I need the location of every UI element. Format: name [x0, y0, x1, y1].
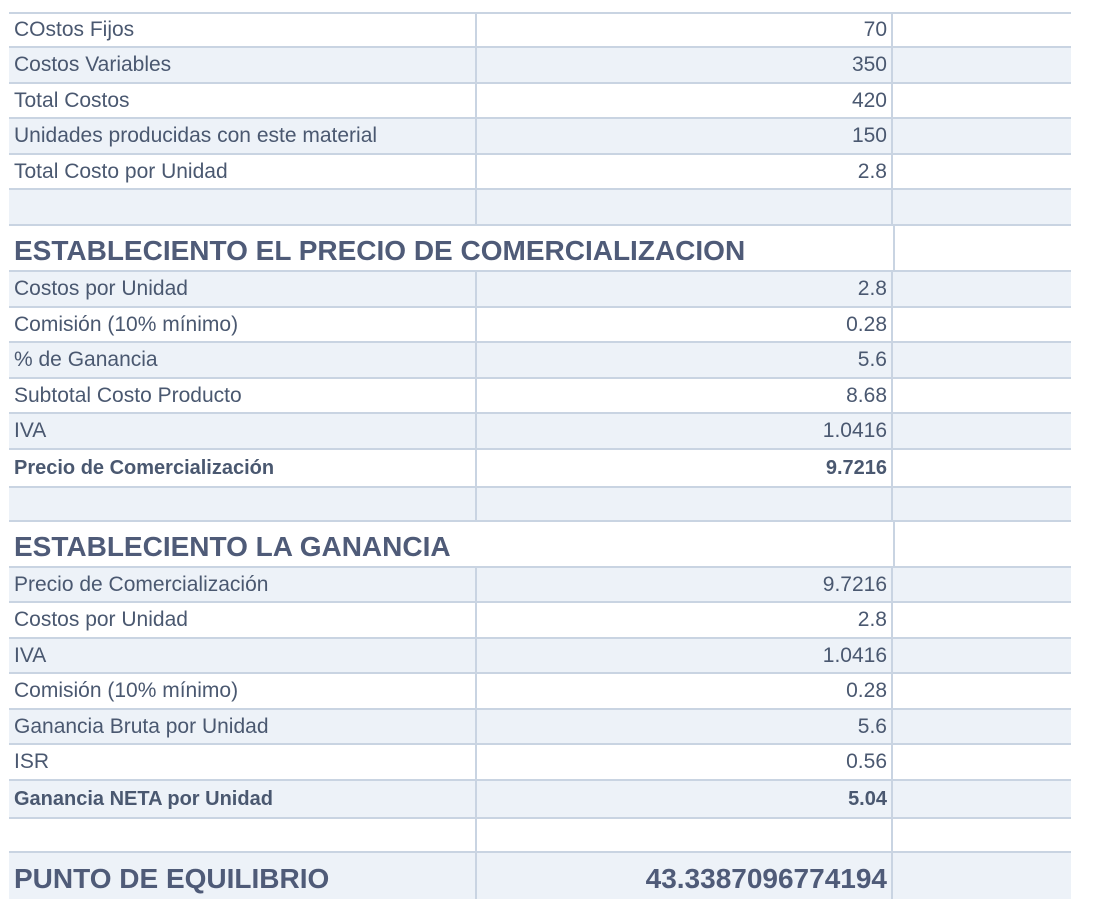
- row-label: Total Costos: [14, 88, 130, 112]
- table-row[interactable]: Ganancia Bruta por Unidad 5.6: [9, 710, 1071, 745]
- empty-cell: [893, 84, 1071, 117]
- row-value: 5.6: [475, 343, 893, 377]
- row-value: 350: [475, 48, 893, 82]
- table-row-total-costs[interactable]: Total Costos 420: [9, 84, 1071, 119]
- empty-cell: [893, 745, 1071, 779]
- row-value: 70: [475, 14, 893, 46]
- empty-cell: [893, 379, 1071, 412]
- table-row-net-profit[interactable]: Ganancia NETA por Unidad 5.04: [9, 781, 1071, 819]
- row-label: Costos por Unidad: [14, 608, 188, 631]
- break-even-value: 43.3387096774194: [475, 853, 893, 899]
- table-row-blank[interactable]: [9, 190, 1071, 226]
- empty-cell: [893, 226, 1071, 270]
- empty-cell: [893, 639, 1071, 672]
- empty-cell: [893, 343, 1071, 377]
- empty-cell: [9, 190, 475, 224]
- row-label: IVA: [14, 419, 47, 442]
- table-row[interactable]: Comisión (10% mínimo) 0.28: [9, 308, 1071, 343]
- spreadsheet: COstos Fijos 70 Costos Variables 350 Tot…: [9, 12, 1071, 899]
- section-header-price[interactable]: ESTABLECIENTO EL PRECIO DE COMERCIALIZAC…: [9, 226, 1071, 272]
- empty-cell: [9, 819, 475, 851]
- table-row-total-unit-cost[interactable]: Total Costo por Unidad 2.8: [9, 155, 1071, 190]
- empty-cell: [893, 522, 1071, 566]
- table-row-price-total[interactable]: Precio de Comercialización 9.7216: [9, 450, 1071, 488]
- row-value: 9.7216: [475, 568, 893, 601]
- empty-cell: [893, 568, 1071, 601]
- row-value: 5.04: [475, 781, 893, 817]
- section-header-profit[interactable]: ESTABLECIENTO LA GANANCIA: [9, 522, 1071, 568]
- row-value: 0.56: [475, 745, 893, 779]
- empty-cell: [9, 488, 475, 520]
- row-value: 1.0416: [475, 639, 893, 672]
- empty-cell: [893, 414, 1071, 448]
- empty-cell: [893, 819, 1071, 851]
- row-value: 1.0416: [475, 414, 893, 448]
- table-row[interactable]: IVA 1.0416: [9, 639, 1071, 674]
- empty-cell: [893, 781, 1071, 817]
- table-row[interactable]: Costos por Unidad 2.8: [9, 603, 1071, 639]
- empty-cell: [893, 14, 1071, 46]
- table-row-blank[interactable]: [9, 819, 1071, 853]
- row-label: Subtotal Costo Producto: [14, 383, 242, 407]
- empty-cell: [475, 488, 893, 520]
- row-value: 0.28: [475, 674, 893, 708]
- empty-cell: [893, 674, 1071, 708]
- empty-cell: [893, 450, 1071, 486]
- table-row-break-even[interactable]: PUNTO DE EQUILIBRIO 43.3387096774194: [9, 853, 1071, 899]
- empty-cell: [893, 308, 1071, 341]
- row-label: Ganancia NETA por Unidad: [14, 787, 273, 810]
- table-row-variable-costs[interactable]: Costos Variables 350: [9, 48, 1071, 84]
- table-row[interactable]: Costos por Unidad 2.8: [9, 272, 1071, 308]
- row-label: Comisión (10% mínimo): [14, 679, 239, 702]
- row-value: 0.28: [475, 308, 893, 341]
- row-label: Total Costo por Unidad: [14, 159, 228, 183]
- row-value: 9.7216: [475, 450, 893, 486]
- empty-cell: [893, 488, 1071, 520]
- empty-cell: [893, 190, 1071, 224]
- row-value: 2.8: [475, 603, 893, 637]
- row-value: 2.8: [475, 155, 893, 188]
- row-value: 150: [475, 119, 893, 153]
- row-label: Costos Variables: [14, 53, 172, 76]
- table-row[interactable]: Comisión (10% mínimo) 0.28: [9, 674, 1071, 710]
- row-value: 8.68: [475, 379, 893, 412]
- row-label: ISR: [14, 750, 50, 773]
- row-value: 2.8: [475, 272, 893, 306]
- table-row-units-produced[interactable]: Unidades producidas con este material 15…: [9, 119, 1071, 155]
- row-label: Comisión (10% mínimo): [14, 312, 239, 336]
- section-title: ESTABLECIENTO EL PRECIO DE COMERCIALIZAC…: [14, 235, 746, 266]
- row-label: % de Ganancia: [14, 348, 158, 371]
- table-row[interactable]: Precio de Comercialización 9.7216: [9, 568, 1071, 603]
- break-even-label: PUNTO DE EQUILIBRIO: [14, 863, 330, 894]
- table-row[interactable]: % de Ganancia 5.6: [9, 343, 1071, 379]
- empty-cell: [893, 155, 1071, 188]
- row-label: Unidades producidas con este material: [14, 124, 378, 147]
- row-label: Precio de Comercialización: [14, 572, 269, 596]
- empty-cell: [893, 710, 1071, 743]
- row-label: COstos Fijos: [14, 18, 135, 41]
- empty-cell: [893, 853, 1071, 899]
- row-label: Precio de Comercialización: [14, 456, 275, 479]
- table-row-fixed-costs[interactable]: COstos Fijos 70: [9, 12, 1071, 48]
- row-label: Ganancia Bruta por Unidad: [14, 714, 269, 738]
- empty-cell: [475, 819, 893, 851]
- table-row[interactable]: IVA 1.0416: [9, 414, 1071, 450]
- row-label: IVA: [14, 643, 47, 667]
- table-row[interactable]: Subtotal Costo Producto 8.68: [9, 379, 1071, 414]
- empty-cell: [893, 119, 1071, 153]
- empty-cell: [893, 272, 1071, 306]
- section-title: ESTABLECIENTO LA GANANCIA: [14, 531, 451, 562]
- row-value: 420: [475, 84, 893, 117]
- row-value: 5.6: [475, 710, 893, 743]
- row-label: Costos por Unidad: [14, 277, 188, 300]
- empty-cell: [893, 603, 1071, 637]
- table-row-blank[interactable]: [9, 488, 1071, 522]
- empty-cell: [475, 190, 893, 224]
- empty-cell: [893, 48, 1071, 82]
- table-row[interactable]: ISR 0.56: [9, 745, 1071, 781]
